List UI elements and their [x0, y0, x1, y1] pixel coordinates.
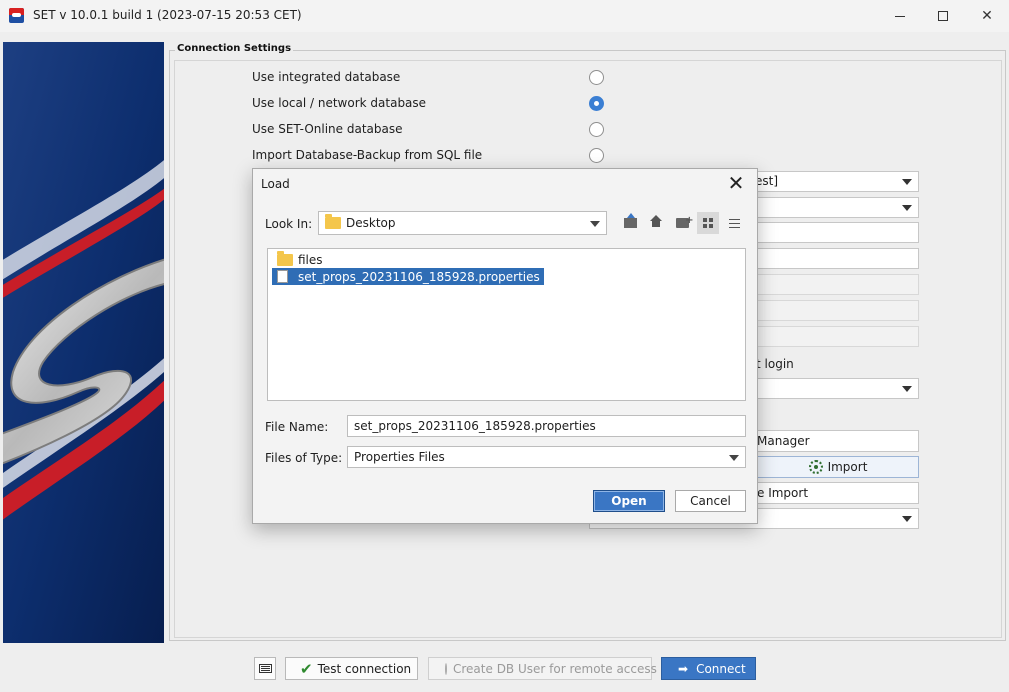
- look-in-combo[interactable]: Desktop: [318, 211, 607, 235]
- file-name-label: File Name:: [265, 420, 329, 434]
- database-type-combo[interactable]: est]: [748, 171, 919, 192]
- user-icon: [445, 662, 447, 675]
- import-button[interactable]: Import: [757, 456, 919, 478]
- window-close-button[interactable]: ✕: [964, 0, 1009, 32]
- gear-icon: [808, 460, 823, 474]
- minimize-button[interactable]: [877, 0, 923, 32]
- database-type-value: est]: [755, 174, 779, 188]
- radio-import-backup[interactable]: [589, 148, 604, 163]
- user-field[interactable]: [748, 274, 919, 295]
- manager-button[interactable]: Manager: [748, 430, 919, 452]
- keyboard-button[interactable]: [254, 657, 276, 680]
- logo-side-image: [3, 42, 164, 643]
- new-folder-button[interactable]: [671, 212, 694, 234]
- file-list[interactable]: files set_props_20231106_185928.properti…: [267, 248, 746, 401]
- test-connection-button[interactable]: ✔ Test connection: [285, 657, 418, 680]
- close-icon: ✕: [981, 8, 993, 24]
- connection-settings-title: Connection Settings: [175, 43, 294, 54]
- login-label: t login: [756, 357, 794, 371]
- test-connection-label: Test connection: [317, 661, 412, 676]
- new-folder-icon: [675, 215, 694, 228]
- password-field[interactable]: [748, 300, 919, 321]
- maximize-button[interactable]: [920, 0, 966, 32]
- host-field[interactable]: [748, 222, 919, 243]
- keyboard-icon: [258, 664, 272, 673]
- create-db-user-label: Create DB User for remote access: [453, 661, 657, 676]
- import-button-label: Import: [827, 460, 868, 474]
- option-set-online-label: Use SET-Online database: [252, 122, 403, 136]
- folder-up-icon: [623, 213, 637, 228]
- file-item-label: files: [298, 252, 323, 267]
- close-icon: ✕: [727, 171, 745, 195]
- details-list-icon: [728, 218, 740, 228]
- title-bar: SET v 10.0.1 build 1 (2023-07-15 20:53 C…: [0, 0, 1009, 32]
- files-of-type-label: Files of Type:: [265, 451, 343, 465]
- radio-local-network-database[interactable]: [589, 96, 604, 111]
- dialog-title: Load: [261, 177, 290, 191]
- file-name-input[interactable]: set_props_20231106_185928.properties: [347, 415, 746, 437]
- connect-button[interactable]: ➡ Connect: [661, 657, 756, 680]
- checkmark-icon: ✔: [300, 659, 313, 678]
- radio-integrated-database[interactable]: [589, 70, 604, 85]
- option-integrated-label: Use integrated database: [252, 70, 401, 84]
- up-one-level-button[interactable]: [619, 212, 641, 234]
- look-in-label: Look In:: [265, 217, 313, 231]
- schema-field[interactable]: [748, 326, 919, 347]
- login-combo[interactable]: [748, 378, 919, 399]
- logo-artwork: [3, 42, 164, 643]
- create-db-user-button[interactable]: Create DB User for remote access: [428, 657, 657, 680]
- file-item-label: set_props_20231106_185928.properties: [298, 269, 540, 284]
- cancel-button[interactable]: Cancel: [675, 490, 746, 512]
- connect-label: Connect: [696, 661, 746, 676]
- option-local-network-label: Use local / network database: [252, 96, 427, 110]
- document-icon: [277, 270, 288, 283]
- option-import-backup-label: Import Database-Backup from SQL file: [252, 148, 483, 162]
- list-item-file[interactable]: set_props_20231106_185928.properties: [272, 268, 544, 285]
- maximize-icon: [938, 11, 948, 21]
- radio-set-online-database[interactable]: [589, 122, 604, 137]
- window-title: SET v 10.0.1 build 1 (2023-07-15 20:53 C…: [33, 8, 302, 22]
- load-dialog: Load ✕ Look In: Desktop files set_props_…: [252, 168, 758, 524]
- home-icon: [650, 215, 662, 228]
- folder-icon: [277, 250, 293, 266]
- minimize-icon: [895, 15, 905, 17]
- open-button[interactable]: Open: [593, 490, 665, 512]
- list-item-folder[interactable]: files: [272, 250, 327, 268]
- files-of-type-select[interactable]: Properties Files: [347, 446, 746, 468]
- dialog-close-button[interactable]: ✕: [723, 172, 749, 194]
- home-button[interactable]: [645, 212, 667, 234]
- folder-icon: [325, 214, 341, 229]
- file-import-button[interactable]: e Import: [748, 482, 919, 504]
- arrow-right-icon: ➡: [678, 661, 689, 676]
- look-in-value: Desktop: [346, 216, 396, 230]
- port-field[interactable]: [748, 248, 919, 269]
- details-view-button[interactable]: [723, 212, 745, 234]
- grid-view-icon: [703, 218, 713, 228]
- list-view-button[interactable]: [697, 212, 719, 234]
- server-combo[interactable]: [748, 197, 919, 218]
- app-logo-icon: [9, 8, 24, 23]
